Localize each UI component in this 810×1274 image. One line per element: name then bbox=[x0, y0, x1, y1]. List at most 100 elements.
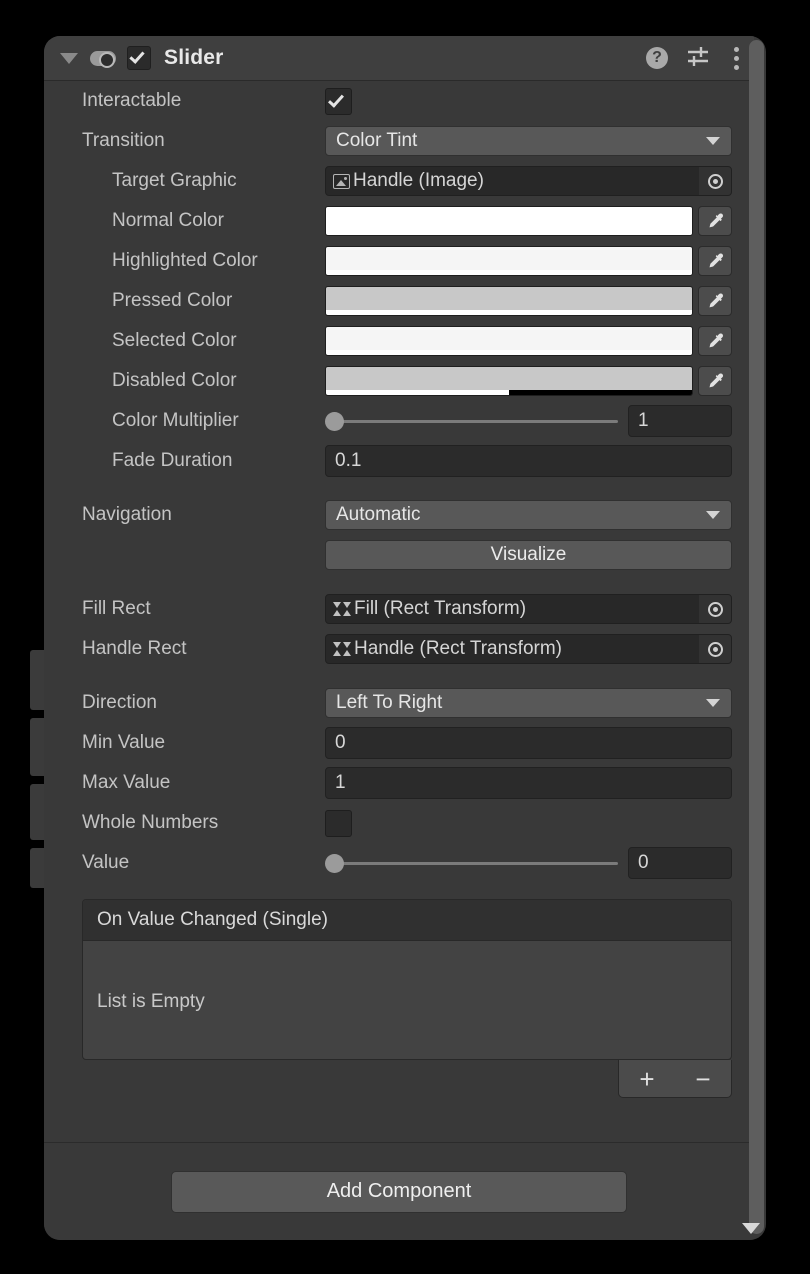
navigation-value: Automatic bbox=[336, 504, 421, 525]
preset-sliders-icon[interactable] bbox=[686, 45, 710, 72]
object-picker-icon[interactable] bbox=[699, 167, 731, 195]
whole-numbers-checkbox[interactable] bbox=[325, 809, 352, 837]
handle-rect-object-field[interactable]: Handle (Rect Transform) bbox=[325, 634, 732, 664]
label-fade-duration: Fade Duration bbox=[112, 450, 233, 471]
pressed-color-swatch bbox=[326, 287, 692, 310]
slider-track bbox=[333, 861, 618, 865]
visualize-button[interactable]: Visualize bbox=[325, 540, 732, 570]
vertical-scrollbar-thumb[interactable] bbox=[749, 40, 764, 1234]
highlighted-color-eyedropper-icon[interactable] bbox=[698, 246, 732, 276]
selected-color-alpha-bar bbox=[326, 350, 692, 355]
slider-handle[interactable] bbox=[325, 853, 344, 873]
max-value-input[interactable]: 1 bbox=[325, 767, 732, 799]
kebab-menu-icon[interactable] bbox=[728, 45, 740, 72]
selected-color-swatch bbox=[326, 327, 692, 350]
foldout-triangle-down-icon[interactable] bbox=[60, 52, 78, 64]
component-title: Slider bbox=[164, 46, 224, 69]
object-picker-icon[interactable] bbox=[699, 635, 731, 663]
resize-handle-icon[interactable] bbox=[742, 1223, 760, 1234]
label-fill-rect: Fill Rect bbox=[82, 598, 151, 619]
rect-transform-icon bbox=[333, 641, 351, 657]
component-header[interactable]: Slider ? bbox=[44, 36, 754, 81]
label-color-multiplier: Color Multiplier bbox=[112, 410, 239, 431]
value-input[interactable]: 0 bbox=[628, 847, 732, 879]
target-graphic-object-field[interactable]: Handle (Image) bbox=[325, 166, 732, 196]
normal-color-eyedropper-icon[interactable] bbox=[698, 206, 732, 236]
row-disabled-color: Disabled Color bbox=[44, 361, 754, 401]
image-sprite-icon bbox=[333, 173, 350, 189]
row-transition: Transition Color Tint bbox=[44, 121, 754, 161]
row-navigation: Navigation Automatic bbox=[44, 495, 754, 535]
row-direction: Direction Left To Right bbox=[44, 683, 754, 723]
color-multiplier-input[interactable]: 1 bbox=[628, 405, 732, 437]
navigation-dropdown[interactable]: Automatic bbox=[325, 500, 732, 530]
fill-rect-object-field[interactable]: Fill (Rect Transform) bbox=[325, 594, 732, 624]
remove-listener-button[interactable]: − bbox=[685, 1066, 720, 1092]
label-navigation: Navigation bbox=[82, 504, 172, 525]
direction-value: Left To Right bbox=[336, 692, 443, 713]
disabled-color-eyedropper-icon[interactable] bbox=[698, 366, 732, 396]
normal-color-alpha-bar bbox=[326, 230, 692, 235]
header-actions: ? bbox=[646, 45, 740, 72]
event-list-title: On Value Changed (Single) bbox=[83, 900, 731, 941]
inspector-footer: Add Component bbox=[44, 1142, 754, 1240]
row-whole-numbers: Whole Numbers bbox=[44, 803, 754, 843]
add-component-button[interactable]: Add Component bbox=[171, 1170, 627, 1213]
min-value-input[interactable]: 0 bbox=[325, 727, 732, 759]
row-min-value: Min Value 0 bbox=[44, 723, 754, 763]
row-fill-rect: Fill Rect Fill (Rect Transform) bbox=[44, 589, 754, 629]
check-icon bbox=[129, 48, 145, 64]
selected-color-field[interactable] bbox=[325, 326, 693, 356]
event-list-box: On Value Changed (Single) List is Empty bbox=[82, 899, 732, 1060]
row-pressed-color: Pressed Color bbox=[44, 281, 754, 321]
normal-color-field[interactable] bbox=[325, 206, 693, 236]
label-whole-numbers: Whole Numbers bbox=[82, 812, 219, 833]
rect-transform-icon bbox=[333, 601, 351, 617]
chevron-down-icon bbox=[706, 699, 720, 707]
selected-color-eyedropper-icon[interactable] bbox=[698, 326, 732, 356]
row-color-multiplier: Color Multiplier 1 bbox=[44, 401, 754, 441]
label-min-value: Min Value bbox=[82, 732, 166, 753]
component-enabled-checkbox[interactable] bbox=[127, 46, 151, 70]
disabled-color-alpha-bar bbox=[326, 390, 692, 395]
label-max-value: Max Value bbox=[82, 772, 171, 793]
help-icon[interactable]: ? bbox=[646, 47, 668, 69]
inspector-panel: Slider ? Interactable Transition Color T… bbox=[44, 36, 766, 1240]
row-max-value: Max Value 1 bbox=[44, 763, 754, 803]
pressed-color-field[interactable] bbox=[325, 286, 693, 316]
direction-dropdown[interactable]: Left To Right bbox=[325, 688, 732, 718]
disabled-color-swatch bbox=[326, 367, 692, 390]
object-picker-icon[interactable] bbox=[699, 595, 731, 623]
label-highlighted-color: Highlighted Color bbox=[112, 250, 258, 271]
disabled-color-field[interactable] bbox=[325, 366, 693, 396]
row-selected-color: Selected Color bbox=[44, 321, 754, 361]
label-value: Value bbox=[82, 852, 130, 873]
handle-rect-value: Handle (Rect Transform) bbox=[354, 638, 563, 659]
label-handle-rect: Handle Rect bbox=[82, 638, 187, 659]
value-slider[interactable] bbox=[325, 848, 618, 878]
row-target-graphic: Target Graphic Handle (Image) bbox=[44, 161, 754, 201]
fade-duration-input[interactable]: 0.1 bbox=[325, 445, 732, 477]
highlighted-color-field[interactable] bbox=[325, 246, 693, 276]
eye-toggle-icon[interactable] bbox=[90, 50, 116, 68]
transition-dropdown[interactable]: Color Tint bbox=[325, 126, 732, 156]
color-multiplier-slider[interactable] bbox=[325, 406, 618, 436]
row-normal-color: Normal Color bbox=[44, 201, 754, 241]
component-body: Interactable Transition Color Tint Targe… bbox=[44, 81, 754, 1098]
pressed-color-alpha-bar bbox=[326, 310, 692, 315]
slider-handle[interactable] bbox=[325, 411, 344, 431]
label-pressed-color: Pressed Color bbox=[112, 290, 233, 311]
pressed-color-eyedropper-icon[interactable] bbox=[698, 286, 732, 316]
highlighted-color-alpha-bar bbox=[326, 270, 692, 275]
label-disabled-color: Disabled Color bbox=[112, 370, 237, 391]
slider-track bbox=[333, 419, 618, 423]
row-handle-rect: Handle Rect Handle (Rect Transform) bbox=[44, 629, 754, 669]
add-listener-button[interactable]: + bbox=[629, 1066, 664, 1092]
row-highlighted-color: Highlighted Color bbox=[44, 241, 754, 281]
row-visualize: Visualize bbox=[44, 535, 754, 575]
interactable-checkbox[interactable] bbox=[325, 87, 352, 115]
label-target-graphic: Target Graphic bbox=[112, 170, 237, 191]
